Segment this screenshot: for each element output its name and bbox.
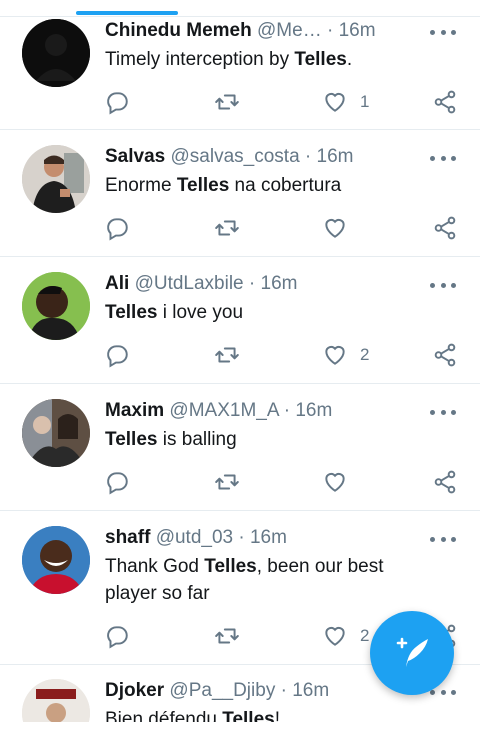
share-icon: [434, 216, 456, 240]
like-count: 1: [360, 92, 370, 111]
reply-icon: [107, 626, 128, 649]
author-handle[interactable]: @UtdLaxbile: [135, 273, 244, 294]
share-icon: [434, 90, 456, 114]
share-icon: [434, 343, 456, 367]
tweet-text: Thank God Telles, been our best player s…: [105, 556, 384, 604]
avatar[interactable]: [22, 19, 90, 87]
share-button[interactable]: [432, 88, 458, 116]
reply-icon: [107, 345, 128, 368]
timestamp[interactable]: 16m: [292, 680, 329, 701]
timestamp[interactable]: 16m: [339, 20, 376, 41]
like-button[interactable]: [322, 468, 360, 496]
author-name[interactable]: Ali: [105, 273, 129, 294]
like-button[interactable]: 2: [322, 341, 369, 369]
reply-icon: [107, 218, 128, 241]
top-tab-bar: [0, 0, 480, 17]
more-options-icon[interactable]: [430, 275, 456, 295]
reply-button[interactable]: [104, 88, 130, 116]
more-options-icon[interactable]: [430, 148, 456, 168]
separator-dot: ·: [248, 273, 256, 294]
heart-icon: [325, 92, 345, 112]
avatar[interactable]: [22, 679, 90, 727]
author-handle[interactable]: @utd_03: [156, 527, 233, 548]
separator-dot: ·: [304, 146, 312, 167]
reply-icon: [107, 472, 128, 495]
retweet-button[interactable]: [214, 622, 240, 650]
author-handle[interactable]: @Me…: [257, 20, 322, 41]
heart-icon: [325, 345, 345, 365]
timestamp[interactable]: 16m: [295, 400, 332, 421]
more-options-icon[interactable]: [430, 529, 456, 549]
separator-dot: ·: [238, 527, 245, 548]
heart-icon: [325, 218, 345, 238]
author-handle[interactable]: @salvas_costa: [171, 146, 300, 167]
tweet[interactable]: Ali @UtdLaxbile · 16m Telles i love you …: [0, 257, 480, 384]
author-name[interactable]: Salvas: [105, 146, 165, 167]
retweet-icon: [215, 347, 239, 363]
tweet-actions: 2: [104, 341, 464, 369]
like-button[interactable]: [322, 214, 360, 242]
like-button[interactable]: 1: [322, 88, 369, 116]
timestamp[interactable]: 16m: [250, 527, 287, 548]
author-name[interactable]: Maxim: [105, 400, 164, 421]
more-options-icon[interactable]: [430, 22, 456, 42]
tweet[interactable]: Salvas @salvas_costa · 16m Enorme Telles…: [0, 130, 480, 257]
share-button[interactable]: [432, 468, 458, 496]
active-tab-indicator: [76, 11, 178, 15]
retweet-icon: [215, 94, 239, 110]
retweet-button[interactable]: [214, 341, 240, 369]
compose-tweet-icon: [396, 637, 428, 667]
retweet-icon: [215, 220, 239, 236]
retweet-icon: [215, 474, 239, 490]
retweet-icon: [215, 628, 239, 644]
tweet-actions: [104, 214, 464, 242]
avatar[interactable]: [22, 526, 90, 594]
tweet-text: Timely interception by Telles.: [105, 49, 353, 70]
compose-tweet-button[interactable]: [370, 611, 454, 695]
like-button[interactable]: 2: [322, 622, 369, 650]
tweet[interactable]: Chinedu Memeh @Me… · 16m Timely intercep…: [0, 16, 480, 130]
share-button[interactable]: [432, 341, 458, 369]
separator-dot: ·: [283, 400, 291, 421]
author-name[interactable]: shaff: [105, 527, 150, 548]
avatar[interactable]: [22, 145, 90, 213]
retweet-button[interactable]: [214, 214, 240, 242]
heart-icon: [325, 472, 345, 492]
avatar[interactable]: [22, 272, 90, 340]
reply-button[interactable]: [104, 468, 130, 496]
like-count: 2: [360, 626, 370, 645]
tweet-actions: [104, 468, 464, 496]
like-count: 2: [360, 345, 370, 364]
separator-dot: ·: [280, 680, 287, 701]
author-handle[interactable]: @Pa__Djiby: [169, 680, 275, 701]
retweet-button[interactable]: [214, 468, 240, 496]
reply-button[interactable]: [104, 622, 130, 650]
tweet-actions: 1: [104, 88, 464, 116]
reply-icon: [107, 92, 128, 115]
tweet-text: Telles is balling: [105, 429, 237, 450]
timestamp[interactable]: 16m: [261, 273, 298, 294]
reply-button[interactable]: [104, 341, 130, 369]
tweet-text: Enorme Telles na cobertura: [105, 175, 342, 196]
heart-icon: [325, 626, 345, 646]
share-icon: [434, 470, 456, 494]
more-options-icon[interactable]: [430, 402, 456, 422]
avatar[interactable]: [22, 399, 90, 467]
reply-button[interactable]: [104, 214, 130, 242]
author-name[interactable]: Chinedu Memeh: [105, 20, 252, 41]
share-button[interactable]: [432, 214, 458, 242]
author-handle[interactable]: @MAX1M_A: [169, 400, 278, 421]
bottom-edge: [0, 722, 480, 737]
author-name[interactable]: Djoker: [105, 680, 164, 701]
separator-dot: ·: [326, 20, 334, 41]
retweet-button[interactable]: [214, 88, 240, 116]
tweet-text: Telles i love you: [105, 302, 244, 323]
tweet[interactable]: Maxim @MAX1M_A · 16m Telles is balling: [0, 384, 480, 511]
timestamp[interactable]: 16m: [317, 146, 354, 167]
